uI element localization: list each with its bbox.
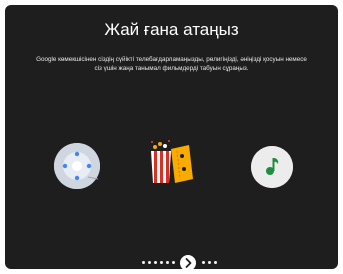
onboarding-dialog: Жай ғана атаңыз Google көмекшісінен сізд…: [5, 5, 338, 269]
music-note-icon: [251, 146, 293, 188]
chevron-right-icon: [185, 258, 192, 268]
page-indicator: [5, 255, 338, 269]
page-dot[interactable]: [208, 261, 211, 264]
dialog-title: Жай ғана атаңыз: [104, 20, 239, 39]
dialog-description: Google көмекшісінен сіздің сүйікті телеб…: [36, 56, 307, 72]
tv-remote-icon: [54, 143, 100, 189]
page-dot[interactable]: [214, 261, 217, 264]
page-dot[interactable]: [142, 261, 145, 264]
popcorn-ticket-icon: [149, 139, 195, 191]
page-dot[interactable]: [202, 261, 205, 264]
page-dot[interactable]: [160, 261, 163, 264]
page-dot[interactable]: [148, 261, 151, 264]
page-dot[interactable]: [166, 261, 169, 264]
page-dot[interactable]: [154, 261, 157, 264]
next-button[interactable]: [180, 255, 196, 269]
page-dot[interactable]: [172, 261, 175, 264]
